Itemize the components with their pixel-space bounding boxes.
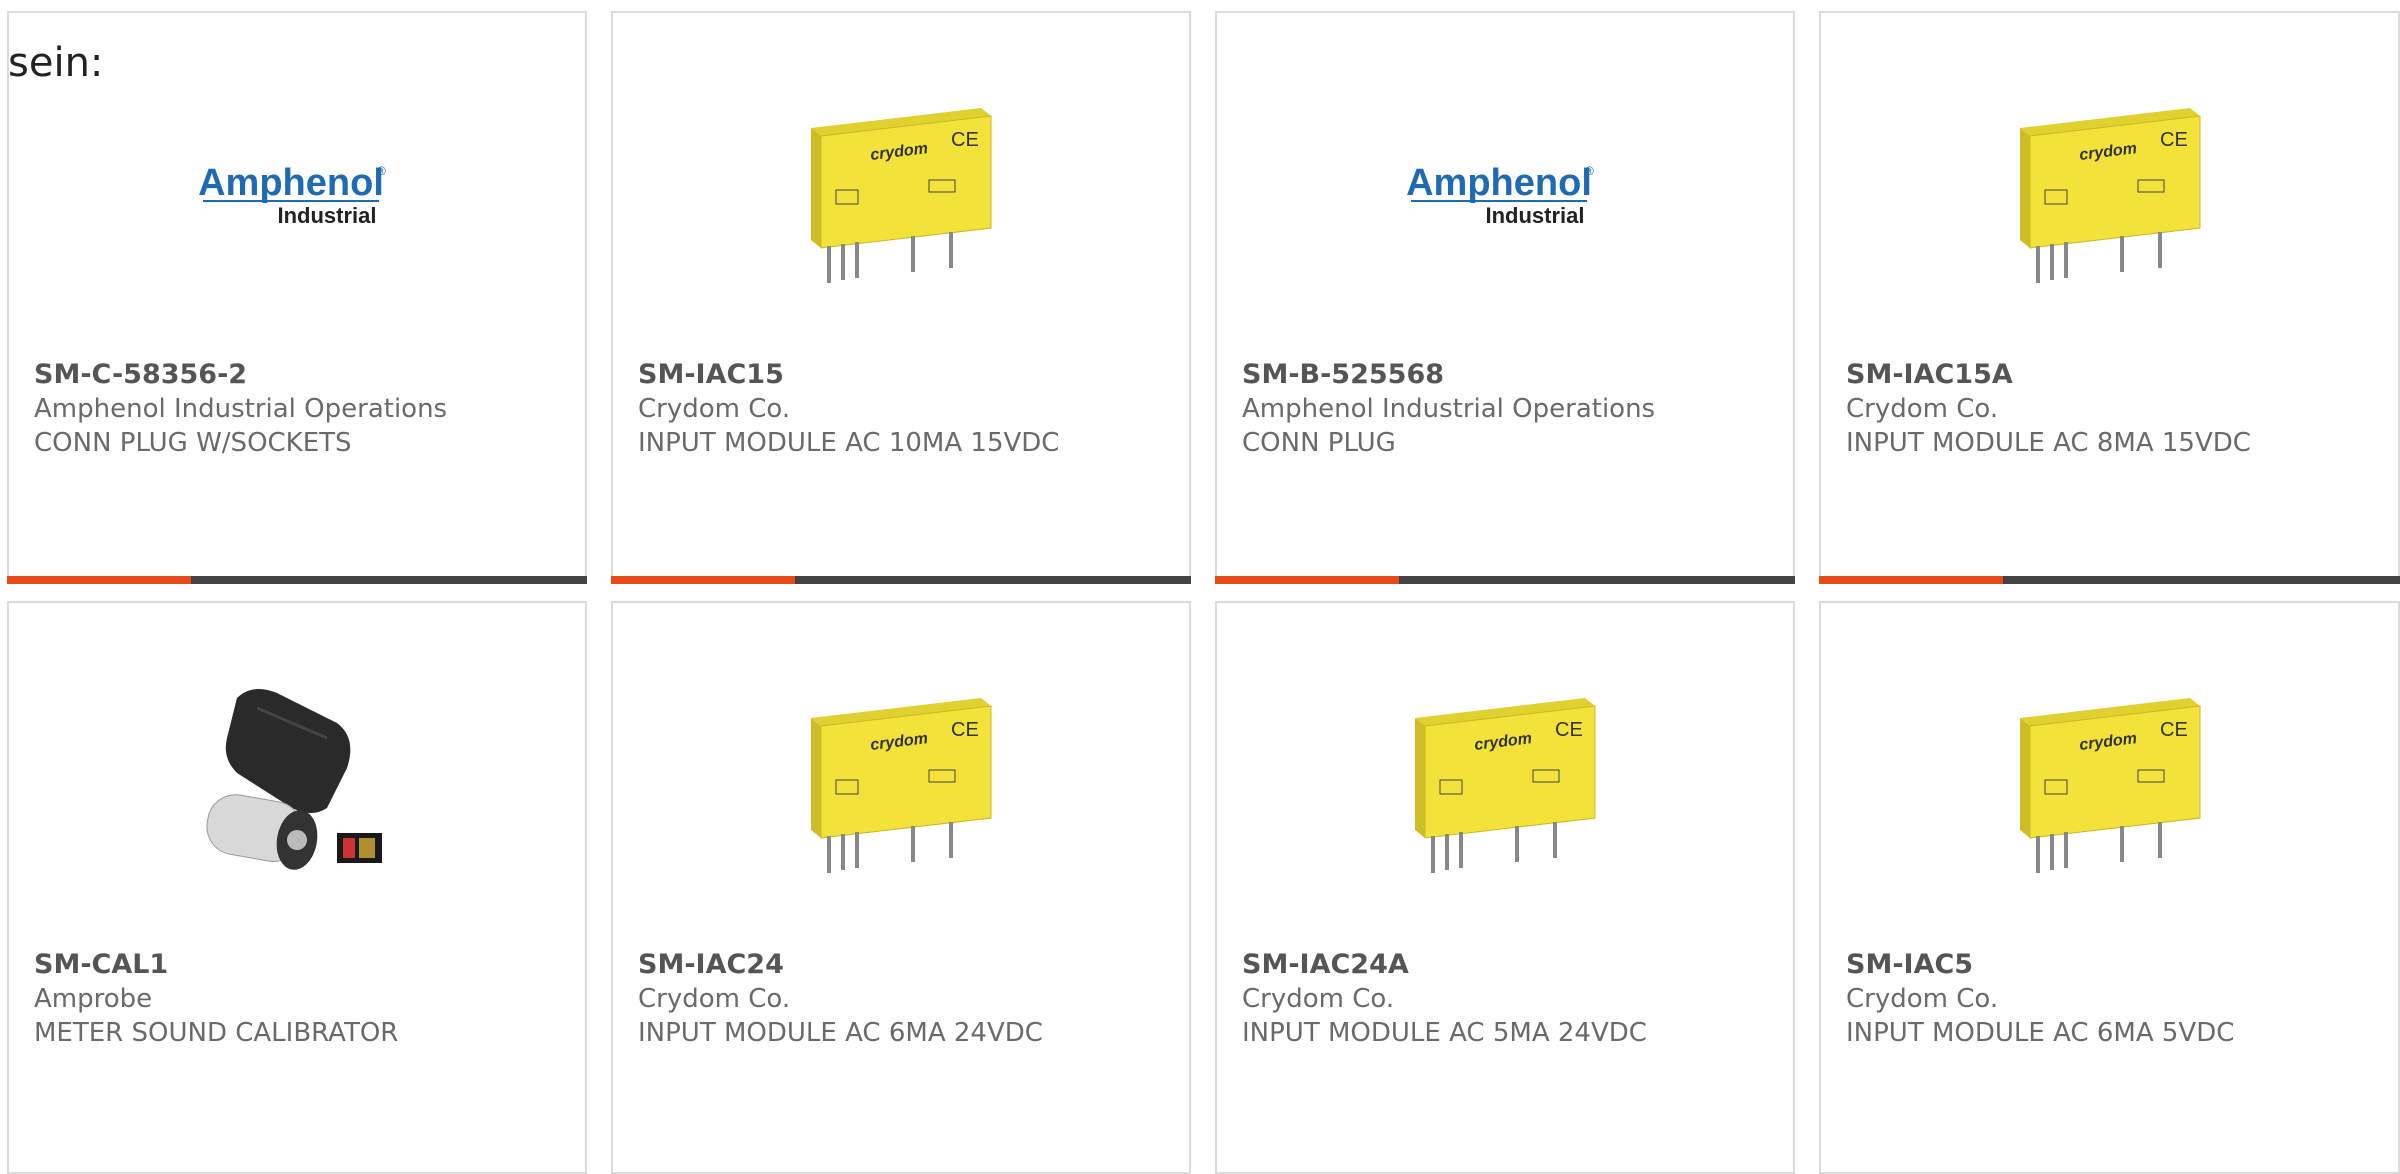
manufacturer: Amphenol Industrial Operations [1242,394,1656,424]
product-card[interactable]: crydom CE SM-IAC5 Crydom Co. INPUT MODUL… [1819,601,2400,1174]
description: CONN PLUG W/SOCKETS [34,428,352,458]
part-number[interactable]: SM-IAC15 [638,358,1169,392]
crydom-module-icon: crydom CE [1415,698,1596,873]
product-card[interactable]: Amphenol ® Industrial SM-C-58356-2 Amphe… [7,11,587,584]
amphenol-logo-icon: Amphenol ® Industrial [198,162,386,228]
svg-text:CE: CE [1555,719,1583,741]
crydom-module-icon: crydom CE [2019,698,2200,873]
description: INPUT MODULE AC 8MA 15VDC [1846,428,2251,458]
product-grid: Amphenol ® Industrial SM-C-58356-2 Amphe… [0,0,2400,1174]
product-image[interactable]: Amphenol ® Industrial [9,63,585,323]
description: INPUT MODULE AC 5MA 24VDC [1242,1018,1647,1048]
manufacturer: Crydom Co. [1846,394,1999,424]
product-image[interactable] [9,653,585,913]
manufacturer: Amprobe [34,984,153,1014]
svg-text:®: ® [1585,164,1594,178]
sound-calibrator-icon [206,689,382,870]
crydom-module-icon: crydom CE [2019,108,2200,283]
manufacturer: Crydom Co. [638,394,791,424]
card-bar-accent [7,576,191,584]
svg-text:Industrial: Industrial [1485,203,1584,228]
part-number[interactable]: SM-IAC5 [1846,948,2378,982]
product-card[interactable]: SM-CAL1 Amprobe METER SOUND CALIBRATOR [7,601,587,1174]
card-bar-accent [1819,576,2003,584]
card-bar [1215,576,1795,584]
description: INPUT MODULE AC 10MA 15VDC [638,428,1060,458]
product-image[interactable]: crydom CE [1217,653,1793,913]
product-image[interactable]: crydom CE [613,63,1189,323]
description: INPUT MODULE AC 6MA 24VDC [638,1018,1043,1048]
description: METER SOUND CALIBRATOR [34,1018,399,1048]
crydom-module-icon: crydom CE [811,108,992,283]
product-card[interactable]: crydom CE SM-IAC15 Crydom Co. INPUT MODU… [611,11,1191,584]
description: INPUT MODULE AC 6MA 5VDC [1846,1018,2235,1048]
manufacturer: Crydom Co. [638,984,791,1014]
part-number[interactable]: SM-C-58356-2 [34,358,565,392]
product-image[interactable]: crydom CE [613,653,1189,913]
amphenol-logo-icon: Amphenol ® Industrial [1406,162,1594,228]
part-number[interactable]: SM-B-525568 [1242,358,1773,392]
product-image[interactable]: crydom CE [1821,653,2398,913]
product-card[interactable]: crydom CE SM-IAC24A Crydom Co. INPUT MOD… [1215,601,1795,1174]
svg-text:CE: CE [951,129,979,151]
svg-text:Amphenol: Amphenol [198,162,384,204]
intro-text: sein: [8,40,104,86]
part-number[interactable]: SM-IAC24 [638,948,1169,982]
svg-text:Amphenol: Amphenol [1406,162,1592,204]
svg-text:®: ® [377,164,386,178]
product-image[interactable]: Amphenol ® Industrial [1217,63,1793,323]
manufacturer: Crydom Co. [1242,984,1395,1014]
svg-text:CE: CE [951,719,979,741]
card-bar [1819,576,2400,584]
card-bar [611,576,1191,584]
product-card[interactable]: crydom CE SM-IAC24 Crydom Co. INPUT MODU… [611,601,1191,1174]
manufacturer: Crydom Co. [1846,984,1999,1014]
card-bar-accent [611,576,795,584]
svg-text:CE: CE [2160,719,2188,741]
product-card[interactable]: crydom CE SM-IAC15A Crydom Co. INPUT MOD… [1819,11,2400,584]
card-bar-accent [1215,576,1399,584]
description: CONN PLUG [1242,428,1396,458]
crydom-module-icon: crydom CE [811,698,992,873]
part-number[interactable]: SM-CAL1 [34,948,565,982]
part-number[interactable]: SM-IAC15A [1846,358,2378,392]
product-card[interactable]: Amphenol ® Industrial SM-B-525568 Amphen… [1215,11,1795,584]
svg-text:CE: CE [2160,129,2188,151]
card-bar [7,576,587,584]
part-number[interactable]: SM-IAC24A [1242,948,1773,982]
svg-text:Industrial: Industrial [277,203,376,228]
manufacturer: Amphenol Industrial Operations [34,394,448,424]
product-image[interactable]: crydom CE [1821,63,2398,323]
